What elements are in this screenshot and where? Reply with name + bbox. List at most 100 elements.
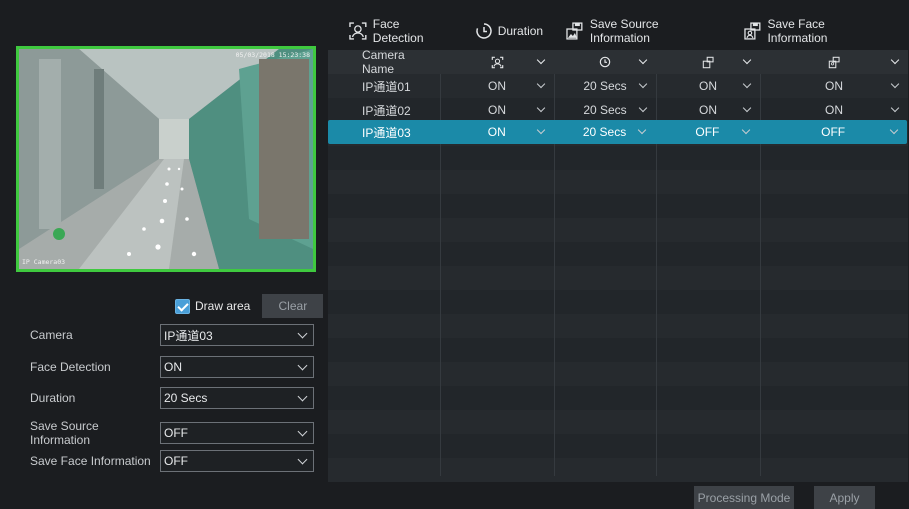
chevron-down-icon (742, 125, 751, 135)
legend-duration: Duration (475, 22, 543, 40)
save-source-cell[interactable]: OFF (655, 120, 759, 144)
stripe (328, 314, 908, 338)
header-duration[interactable] (554, 50, 656, 74)
face-detection-cell[interactable]: ON (440, 74, 554, 98)
save-face-icon (743, 22, 761, 40)
save-face-value: OFF (164, 454, 188, 468)
stripe (328, 170, 908, 194)
legend-save-source: Save Source Information (565, 17, 721, 45)
save-face-row: Save Face Information OFF (30, 450, 314, 472)
face-detection-icon (491, 56, 503, 68)
chevron-down-icon (297, 328, 308, 338)
table-row[interactable]: IP通道02 ON 20 Secs ON ON (328, 98, 908, 122)
chevron-down-icon (889, 125, 899, 135)
stripe (328, 266, 908, 290)
chevron-down-icon (297, 360, 308, 370)
camera-row: Camera IP通道03 (30, 324, 314, 346)
stripe (328, 362, 908, 386)
face-detection-cell-value: ON (488, 79, 506, 93)
duration-row: Duration 20 Secs (30, 387, 314, 409)
save-face-label: Save Face Information (30, 454, 151, 468)
save-source-row: Save Source Information OFF (30, 419, 314, 447)
save-source-icon (566, 22, 583, 40)
save-face-cell-value: ON (825, 103, 843, 117)
face-detection-cell[interactable]: ON (440, 98, 554, 122)
duration-label: Duration (30, 391, 76, 405)
face-detection-cell-value: ON (488, 103, 506, 117)
corridor-preview-image (19, 49, 313, 269)
save-source-select[interactable]: OFF (160, 422, 314, 444)
legend-save-source-label: Save Source Information (589, 17, 659, 45)
header-face-detection[interactable] (440, 50, 554, 74)
chevron-down-icon (742, 103, 752, 113)
save-source-value: OFF (164, 426, 188, 440)
camera-name-cell: IP通道01 (362, 79, 411, 94)
save-source-cell[interactable]: ON (656, 74, 760, 98)
camera-name-cell: IP通道02 (362, 103, 411, 118)
preview-camera-label: IP Camera03 (22, 258, 66, 266)
face-detection-cell[interactable]: ON (440, 120, 554, 144)
save-face-cell[interactable]: OFF (759, 120, 907, 144)
header-camera-name: Camera Name (362, 48, 405, 76)
chevron-down-icon (536, 125, 545, 135)
duration-cell[interactable]: 20 Secs (554, 98, 656, 122)
legend-save-face: Save Face Information (743, 17, 887, 45)
save-face-cell[interactable]: ON (760, 74, 908, 98)
save-source-cell-value: ON (699, 103, 717, 117)
draw-area-checkbox[interactable] (175, 298, 190, 314)
chevron-down-icon (638, 103, 648, 113)
chevron-down-icon (638, 125, 647, 135)
camera-select[interactable]: IP通道03 (160, 324, 314, 346)
draw-area-row: Draw area Clear (175, 294, 324, 318)
chevron-down-icon (638, 79, 648, 89)
chevron-down-icon (742, 79, 752, 89)
processing-mode-button[interactable]: Processing Mode (694, 486, 794, 509)
save-face-cell-value: OFF (821, 125, 846, 139)
clock-icon (475, 23, 492, 39)
camera-preview-area[interactable]: 05/03/2018 15:23:38 IP Camera03 (16, 46, 316, 272)
column-legend: Face Detection Duration Save Source Info… (348, 17, 909, 45)
save-face-icon (828, 56, 840, 68)
chevron-down-icon (890, 79, 900, 89)
header-save-source[interactable] (656, 50, 760, 74)
apply-button[interactable]: Apply (814, 486, 875, 509)
stripe (328, 458, 908, 482)
table-header: Camera Name (328, 48, 908, 76)
duration-cell[interactable]: 20 Secs (554, 120, 656, 144)
legend-face-detection-label: Face Detection (372, 17, 424, 45)
table-row[interactable]: IP通道01 ON 20 Secs ON ON (328, 74, 908, 98)
draw-area-label: Draw area (195, 299, 251, 313)
duration-select[interactable]: 20 Secs (160, 387, 314, 409)
chevron-down-icon (890, 55, 900, 65)
legend-save-face-label: Save Face Information (767, 17, 828, 45)
clear-button[interactable]: Clear (262, 294, 324, 318)
save-face-cell-value: ON (825, 79, 843, 93)
legend-face-detection: Face Detection (348, 17, 453, 45)
chevron-down-icon (297, 391, 308, 401)
duration-cell-value: 20 Secs (583, 79, 627, 93)
chevron-down-icon (536, 103, 546, 113)
save-source-cell-value: ON (699, 79, 717, 93)
save-source-cell-value: OFF (695, 125, 720, 139)
camera-settings-table: Camera Name IP通道01 ON 20 Secs ON ON IP通道… (328, 48, 908, 482)
duration-cell[interactable]: 20 Secs (554, 74, 656, 98)
save-source-icon (702, 56, 714, 68)
save-source-cell[interactable]: ON (656, 98, 760, 122)
face-detection-cell-value: ON (487, 125, 506, 139)
clock-icon (599, 56, 611, 68)
chevron-down-icon (536, 55, 546, 65)
header-save-face[interactable] (760, 50, 908, 74)
face-detection-select[interactable]: ON (160, 356, 314, 378)
face-detection-value: ON (164, 360, 182, 374)
save-face-select[interactable]: OFF (160, 450, 314, 472)
save-face-cell[interactable]: ON (760, 98, 908, 122)
face-detection-icon (349, 22, 367, 40)
legend-duration-label: Duration (497, 24, 544, 38)
duration-value: 20 Secs (164, 391, 208, 405)
chevron-down-icon (297, 426, 308, 436)
chevron-down-icon (890, 103, 900, 113)
chevron-down-icon (297, 454, 308, 464)
chevron-down-icon (536, 79, 546, 89)
chevron-down-icon (742, 55, 752, 65)
table-row-selected[interactable]: IP通道03 ON 20 Secs OFF OFF (328, 120, 907, 144)
